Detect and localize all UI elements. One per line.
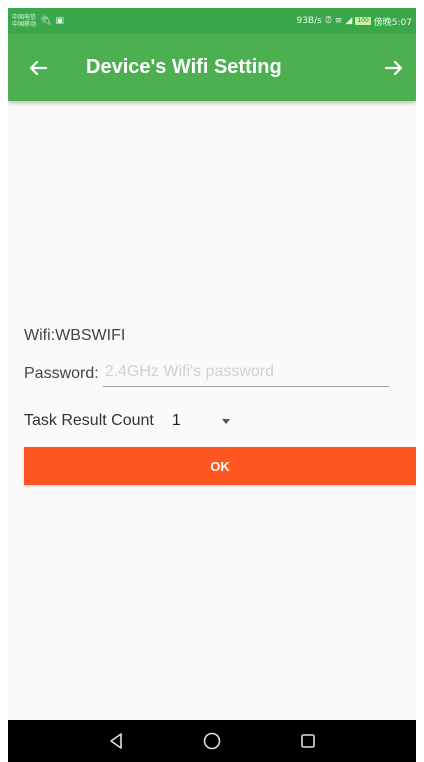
arrow-left-icon <box>29 60 48 75</box>
page-title: Device's Wifi Setting <box>86 56 282 78</box>
arrow-right-icon <box>384 60 403 75</box>
system-nav-bar <box>8 720 416 762</box>
password-label: Password: <box>24 365 99 382</box>
carrier-1: 中国电信 <box>12 14 37 21</box>
status-left: 中国电信 中国移动 🔌︎ ▣ <box>12 14 64 28</box>
screen: 中国电信 中国移动 🔌︎ ▣ 93B/s ⏰︎ ≡ ◢ 100 傍晚5:07 D… <box>8 8 416 762</box>
task-result-count-dropdown[interactable]: 1 <box>172 412 252 430</box>
task-result-count-value: 1 <box>171 412 181 429</box>
nav-recents-icon <box>301 734 315 748</box>
nav-home-button[interactable] <box>201 730 223 752</box>
status-bar: 中国电信 中国移动 🔌︎ ▣ 93B/s ⏰︎ ≡ ◢ 100 傍晚5:07 <box>8 8 416 34</box>
back-button[interactable] <box>16 46 60 90</box>
wifi-form: Wifi:WBSWIFI Password: Task Result Count… <box>24 323 416 485</box>
signal-icon: ◢ <box>345 16 353 26</box>
network-speed: 93B/s <box>296 16 322 26</box>
password-input[interactable] <box>102 358 389 387</box>
usb-icon: 🔌︎ <box>40 16 52 26</box>
clock: 傍晚5:07 <box>373 17 412 28</box>
nav-back-icon <box>110 733 122 749</box>
carrier-info: 中国电信 中国移动 <box>12 14 36 28</box>
status-right: 93B/s ⏰︎ ≡ ◢ 100 傍晚5:07 <box>296 15 412 28</box>
wifi-signal-icon: ≡ <box>334 16 343 26</box>
notification-icon: ▣ <box>55 16 64 26</box>
password-row: Password: <box>24 357 416 387</box>
task-result-row: Task Result Count 1 <box>24 407 416 435</box>
nav-recents-button[interactable] <box>297 730 319 752</box>
nav-back-button[interactable] <box>105 730 127 752</box>
battery-icon: 100 <box>355 17 371 25</box>
nav-home-icon <box>203 732 221 750</box>
dropdown-arrow-icon <box>221 418 230 424</box>
forward-button[interactable] <box>372 46 416 90</box>
app-bar: Device's Wifi Setting <box>8 34 416 101</box>
task-result-label: Task Result Count <box>24 412 154 429</box>
alarm-icon: ⏰︎ <box>324 16 332 26</box>
ok-button[interactable]: OK <box>24 447 416 485</box>
wifi-ssid-label: Wifi:WBSWIFI <box>24 327 126 344</box>
carrier-2: 中国移动 <box>12 21 37 28</box>
